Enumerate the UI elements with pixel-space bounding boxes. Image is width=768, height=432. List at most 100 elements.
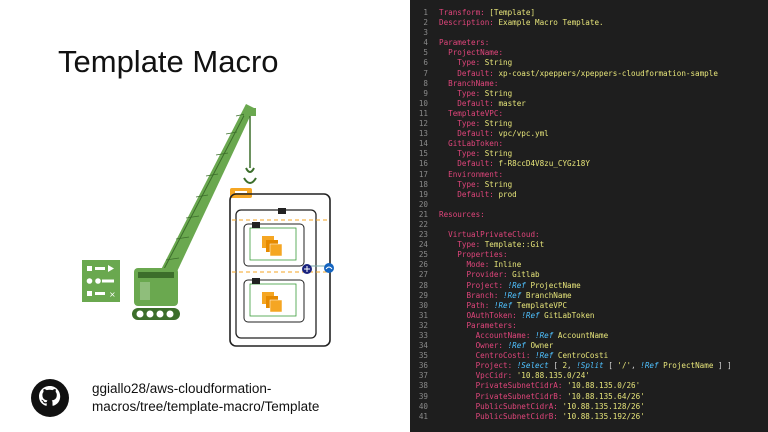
code-token: Parameters: [466, 320, 517, 330]
code-token: !Ref [535, 331, 558, 340]
code-line: 40 PublicSubnetCidrA: '10.88.135.128/26' [410, 402, 732, 412]
code-token: Default: [457, 98, 499, 108]
code-line: 11 TemplateVPC: [410, 109, 732, 119]
line-number: 36 [418, 361, 428, 371]
code-editor[interactable]: 1 Transform: [Template] 2 Description: Exam… [410, 0, 768, 432]
line-number: 3 [423, 28, 428, 38]
line-number: 23 [418, 230, 428, 240]
line-number: 1 [423, 8, 428, 17]
code-token: TemplateVPC: [448, 108, 504, 118]
code-line: 29 Branch: !Ref BranchName [410, 291, 732, 301]
github-icon[interactable] [30, 378, 70, 418]
code-token: !Ref [507, 280, 531, 290]
line-number: 37 [418, 371, 428, 381]
code-line: 41 PublicSubnetCidrB: '10.88.135.192/26' [410, 412, 732, 422]
code-line: 31 OAuthToken: !Ref GitLabToken [410, 311, 732, 321]
code-line: 37 VpcCidr: '10.88.135.0/24' [410, 371, 732, 381]
code-token: Branch: [466, 290, 504, 300]
code-token: , [631, 361, 641, 371]
code-token: ProjectName [663, 361, 714, 371]
code-token: PrivateSubnetCidrB: [475, 391, 568, 401]
code-line: 24 Type: Template::Git [410, 240, 732, 250]
code-token: !Select [516, 361, 554, 371]
code-token: !Ref [535, 351, 558, 361]
code-token: Type: [457, 240, 485, 250]
line-number: 7 [423, 68, 428, 78]
line-number: 32 [418, 320, 428, 330]
code-token: Provider: [466, 270, 513, 280]
code-token: CentroCosti [557, 351, 609, 361]
code-token: CentroCosti: [475, 351, 536, 361]
code-token: , [567, 361, 577, 371]
code-token: Project: [475, 361, 517, 371]
line-number: 2 [423, 18, 428, 28]
code-token: Project: [466, 280, 508, 290]
code-token: Default: [457, 129, 499, 139]
line-number: 5 [423, 48, 428, 58]
code-token: Gitlab [512, 270, 540, 280]
repo-link[interactable]: ggiallo28/aws-cloudformation- macros/tre… [92, 380, 392, 416]
line-number: 8 [423, 78, 428, 88]
code-token: GitLabToken: [448, 139, 504, 149]
code-line: 10 Default: master [410, 99, 732, 109]
code-token: VpcCidr: [475, 371, 517, 381]
code-token: Type: [457, 58, 485, 68]
code-line: 35 CentroCosti: !Ref CentroCosti [410, 351, 732, 361]
line-number: 38 [418, 381, 428, 391]
svg-text:×: × [109, 290, 116, 299]
code-token: Resources: [439, 209, 485, 219]
line-number: 41 [418, 411, 428, 421]
code-token: Properties: [457, 250, 508, 260]
line-number: 39 [418, 391, 428, 401]
code-line: 27 Provider: Gitlab [410, 270, 732, 280]
repo-line-1: ggiallo28/aws-cloudformation- [92, 381, 272, 396]
code-token: master [498, 98, 526, 108]
code-token: Default: [457, 68, 499, 78]
code-token: !Split [576, 361, 609, 371]
line-number: 6 [423, 58, 428, 68]
code-line: 8 BranchName: [410, 79, 732, 89]
checklist-icon: × [82, 260, 120, 302]
line-number: 13 [418, 129, 428, 139]
code-token: String [484, 149, 513, 159]
code-token: String [484, 58, 513, 68]
code-token: String [484, 88, 513, 98]
code-token: [Template] [489, 8, 536, 17]
repo-line-2: macros/tree/template-macro/Template [92, 399, 320, 414]
slide-title: Template Macro [58, 44, 279, 79]
code-token: vpc/vpc.yml [498, 129, 549, 139]
code-token: PublicSubnetCidrA: [475, 401, 563, 411]
code-token: VirtualPrivateCloud: [448, 230, 540, 240]
line-number: 10 [418, 98, 428, 108]
code-token: Environment: [448, 169, 504, 179]
code-token: Inline [493, 260, 522, 270]
line-number: 15 [418, 149, 428, 159]
code-line: 2 Description: Example Macro Template. [410, 18, 732, 28]
code-line: 3 [410, 28, 732, 38]
code-line: 39 PrivateSubnetCidrB: '10.88.135.64/26' [410, 392, 732, 402]
code-token: Path: [466, 300, 494, 310]
code-token: Default: [457, 189, 499, 199]
code-line: 5 ProjectName: [410, 48, 732, 58]
code-token: f-R8ccD4V8zu_CYGz18Y [498, 159, 590, 169]
code-line: 12 Type: String [410, 119, 732, 129]
code-line: 16 Default: f-R8ccD4V8zu_CYGz18Y [410, 159, 732, 169]
code-line: 1 Transform: [Template] [410, 8, 732, 18]
code-line: 13 Default: vpc/vpc.yml [410, 129, 732, 139]
code-token: BranchName: [448, 78, 499, 88]
crane-illustration: × [82, 104, 334, 347]
code-line: 18 Type: String [410, 180, 732, 190]
code-line: 14 GitLabToken: [410, 139, 732, 149]
code-line: 4 Parameters: [410, 38, 732, 48]
